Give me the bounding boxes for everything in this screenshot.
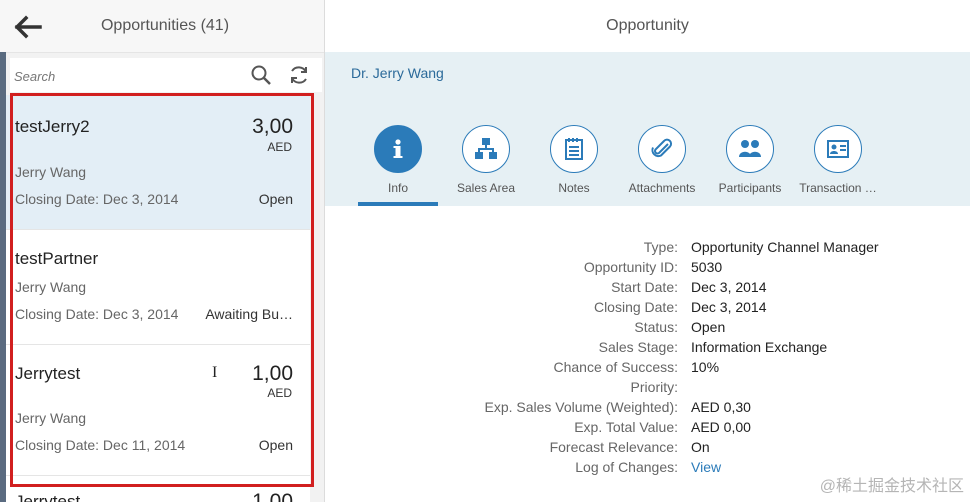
field-row: Status: Open xyxy=(325,319,970,339)
item-owner: Jerry Wang xyxy=(15,410,87,426)
field-label: Exp. Sales Volume (Weighted): xyxy=(484,399,678,415)
list-item[interactable]: testJerry2 3,00 AED Jerry Wang Closing D… xyxy=(6,95,310,230)
field-label: Type: xyxy=(643,239,678,255)
field-row: Priority: xyxy=(325,379,970,399)
item-status: Open xyxy=(258,437,293,453)
detail-title: Opportunity xyxy=(606,17,689,34)
field-value: AED 0,30 xyxy=(691,399,751,415)
list-item[interactable]: Jerrytest 1,00 AED Jerry Wang Closing Da… xyxy=(6,345,310,476)
tab-sales-area[interactable]: Sales Area xyxy=(441,125,531,205)
object-header: Dr. Jerry Wang Info Sales Area Notes Att… xyxy=(325,52,970,206)
search-input[interactable] xyxy=(12,64,236,88)
item-closing-date: Closing Date: Dec 3, 2014 xyxy=(15,306,179,322)
field-row: Sales Stage: Information Exchange xyxy=(325,339,970,359)
tab-label: Info xyxy=(387,181,408,195)
item-amount: 3,00 xyxy=(252,115,293,138)
field-label: Sales Stage: xyxy=(598,339,678,355)
search-bar xyxy=(10,58,322,92)
field-value: On xyxy=(691,439,710,455)
item-amount: 1,00 xyxy=(252,362,293,385)
item-owner: Jerry Wang xyxy=(15,279,87,295)
notes-icon xyxy=(550,125,598,173)
item-title: Jerrytest xyxy=(15,364,81,383)
list-item[interactable]: Jerrytest 1,00 xyxy=(6,476,310,502)
field-label: Forecast Relevance: xyxy=(549,439,678,455)
item-owner: Jerry Wang xyxy=(15,164,87,180)
detail-header: Opportunity xyxy=(325,0,970,53)
field-row: Exp. Total Value: AED 0,00 xyxy=(325,419,970,439)
item-status: Awaiting Bu… xyxy=(205,306,293,322)
field-row: Opportunity ID: 5030 xyxy=(325,259,970,279)
item-closing-date: Closing Date: Dec 3, 2014 xyxy=(15,191,179,207)
field-value: 5030 xyxy=(691,259,723,275)
field-value: AED 0,00 xyxy=(691,419,751,435)
tab-label: Notes xyxy=(558,181,590,195)
field-value: Information Exchange xyxy=(691,339,828,355)
object-name-link[interactable]: Dr. Jerry Wang xyxy=(351,65,444,81)
participants-icon xyxy=(726,125,774,173)
field-label: Status: xyxy=(634,319,678,335)
field-row: Chance of Success: 10% xyxy=(325,359,970,379)
search-icon[interactable] xyxy=(250,64,272,86)
master-pane: Opportunities (41) testJerry2 3,00 AED J… xyxy=(0,0,325,502)
watermark: @稀土掘金技术社区 xyxy=(819,478,964,495)
item-title: Jerrytest xyxy=(15,492,81,502)
field-label: Opportunity ID: xyxy=(583,259,678,275)
field-value: Opportunity Channel Manager xyxy=(691,239,879,255)
item-title: testPartner xyxy=(15,249,99,268)
transaction-icon xyxy=(814,125,862,173)
list-item[interactable]: testPartner Jerry Wang Closing Date: Dec… xyxy=(6,230,310,345)
item-status: Open xyxy=(258,191,293,207)
item-title: testJerry2 xyxy=(15,117,90,136)
master-header: Opportunities (41) xyxy=(0,0,324,53)
field-row: Exp. Sales Volume (Weighted): AED 0,30 xyxy=(325,399,970,419)
tab-label: Attachments xyxy=(628,181,696,195)
tab-label: Sales Area xyxy=(456,181,516,195)
item-closing-date: Closing Date: Dec 11, 2014 xyxy=(15,437,186,453)
field-row: Type: Opportunity Channel Manager xyxy=(325,239,970,259)
tab-label: Transaction … xyxy=(799,181,877,195)
tab-info[interactable]: Info xyxy=(353,125,443,205)
tab-transaction[interactable]: Transaction … xyxy=(793,125,883,205)
info-icon xyxy=(374,125,422,173)
info-panel: Type: Opportunity Channel Manager Opportu… xyxy=(325,206,970,502)
tab-label: Participants xyxy=(718,181,782,195)
field-label: Start Date: xyxy=(611,279,678,295)
master-title: Opportunities (41) xyxy=(100,17,230,34)
field-value: Dec 3, 2014 xyxy=(691,279,767,295)
field-value: Open xyxy=(691,319,726,335)
refresh-icon[interactable] xyxy=(288,64,310,86)
field-value: 10% xyxy=(691,359,720,375)
field-label: Priority: xyxy=(630,379,678,395)
field-row: Closing Date: Dec 3, 2014 xyxy=(325,299,970,319)
field-value: Dec 3, 2014 xyxy=(691,299,767,315)
item-amount: 1,00 xyxy=(252,490,293,502)
field-row: Start Date: Dec 3, 2014 xyxy=(325,279,970,299)
text-cursor-icon: I xyxy=(212,364,218,381)
attachment-icon xyxy=(638,125,686,173)
field-row: Forecast Relevance: On xyxy=(325,439,970,459)
tab-attachments[interactable]: Attachments xyxy=(617,125,707,205)
sales-area-icon xyxy=(462,125,510,173)
tab-notes[interactable]: Notes xyxy=(529,125,619,205)
field-label: Closing Date: xyxy=(593,299,678,315)
tab-participants[interactable]: Participants xyxy=(705,125,795,205)
view-log-link[interactable]: View xyxy=(691,459,721,475)
item-currency: AED xyxy=(267,140,292,154)
field-label: Log of Changes: xyxy=(575,459,678,475)
field-label: Chance of Success: xyxy=(553,359,678,375)
item-currency: AED xyxy=(267,386,292,400)
field-label: Exp. Total Value: xyxy=(574,419,678,435)
